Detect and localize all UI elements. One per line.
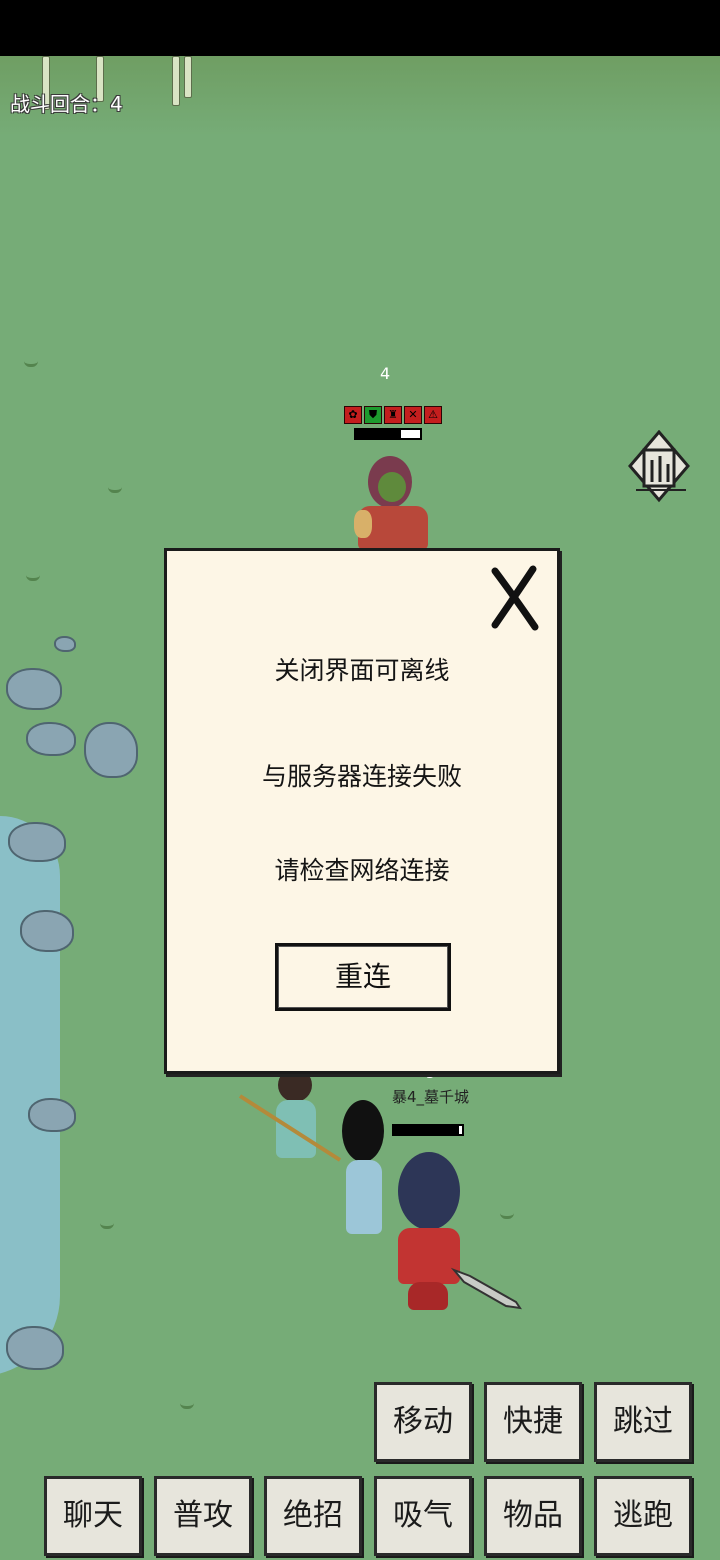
status-bar xyxy=(0,0,720,56)
breathe-button[interactable]: 吸气 xyxy=(374,1476,472,1556)
ultimate-button[interactable]: 绝招 xyxy=(264,1476,362,1556)
status-icon: ✕ xyxy=(404,406,422,424)
status-icon: ⛊ xyxy=(364,406,382,424)
enemy-level: 4 xyxy=(380,364,391,383)
ally-name-tag: 暴4_墓千城 xyxy=(392,1088,470,1106)
normal-attack-button[interactable]: 普攻 xyxy=(154,1476,252,1556)
enemy-character[interactable] xyxy=(340,450,440,550)
view-toggle-icon[interactable] xyxy=(626,430,692,504)
flee-button[interactable]: 逃跑 xyxy=(594,1476,692,1556)
close-icon[interactable] xyxy=(487,565,543,631)
sword-icon xyxy=(450,1267,522,1310)
shortcut-button[interactable]: 快捷 xyxy=(484,1382,582,1462)
staff-icon xyxy=(238,1094,342,1162)
connection-error-dialog: 关闭界面可离线 与服务器连接失败 请检查网络连接 重连 xyxy=(164,548,560,1074)
items-button[interactable]: 物品 xyxy=(484,1476,582,1556)
enemy-hp-fill xyxy=(356,430,401,438)
ally-hp-fill xyxy=(394,1126,459,1134)
enemy-hp-bar xyxy=(354,428,422,440)
river xyxy=(0,816,60,1376)
move-button[interactable]: 移动 xyxy=(374,1382,472,1462)
status-icon: ♜ xyxy=(384,406,402,424)
ally-girl-character[interactable] xyxy=(336,1100,392,1236)
status-icon: ⚠ xyxy=(424,406,442,424)
battle-round-label: 战斗回合：4 xyxy=(10,92,123,116)
skip-button[interactable]: 跳过 xyxy=(594,1382,692,1462)
reconnect-button[interactable]: 重连 xyxy=(275,943,451,1011)
connection-failed-text: 与服务器连接失败 xyxy=(261,762,462,791)
ally-hp-bar xyxy=(392,1124,464,1136)
status-icon: ✿ xyxy=(344,406,362,424)
check-network-text: 请检查网络连接 xyxy=(274,856,450,885)
offline-hint-text: 关闭界面可离线 xyxy=(274,656,450,685)
chat-button[interactable]: 聊天 xyxy=(44,1476,142,1556)
enemy-status-icons: ✿ ⛊ ♜ ✕ ⚠ xyxy=(344,406,442,424)
